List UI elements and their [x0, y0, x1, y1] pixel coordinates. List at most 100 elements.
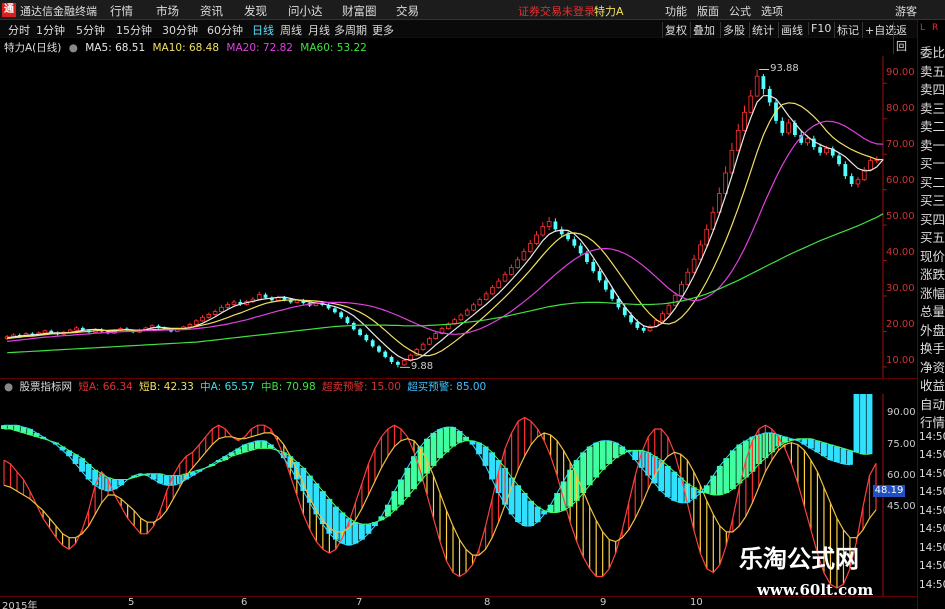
menu-wealth[interactable]: 财富圈 — [342, 3, 377, 19]
candle — [735, 123, 741, 152]
candle-body — [679, 283, 684, 296]
candle — [754, 69, 760, 98]
stats-button[interactable]: 统计 — [749, 22, 774, 38]
candle-body — [490, 287, 495, 295]
date-label: 6 — [241, 597, 248, 608]
candle-body — [339, 312, 344, 318]
period-multi[interactable]: 多周期 — [334, 22, 367, 38]
candle — [780, 117, 785, 136]
panel-item-net-assets: 净资 — [920, 359, 945, 375]
candle-body — [515, 259, 520, 269]
candle-body — [471, 304, 476, 311]
draw-button[interactable]: 画线 — [778, 22, 803, 38]
candle — [843, 161, 848, 179]
menu-news[interactable]: 资讯 — [200, 3, 223, 19]
period-tick[interactable]: 分时 — [8, 22, 30, 38]
candle — [212, 309, 218, 316]
candle-body — [748, 95, 754, 113]
candle-body — [641, 327, 646, 331]
menu-options[interactable]: 选项 — [761, 3, 783, 19]
watermark-url: www.60lt.com — [757, 581, 874, 599]
short-a-name: 短A — [78, 381, 96, 393]
period-15min[interactable]: 15分钟 — [116, 22, 152, 38]
candle — [534, 231, 539, 245]
period-60min[interactable]: 60分钟 — [207, 22, 243, 38]
high-price-label: 93.88 — [770, 62, 799, 74]
f10-button[interactable]: F10 — [808, 22, 831, 35]
candle-body — [427, 338, 432, 345]
candle-body — [521, 251, 527, 261]
sub-indicator-label[interactable]: 股票指标网 — [20, 381, 73, 393]
candle-body — [464, 309, 470, 316]
candle-body — [483, 293, 489, 300]
overlay-button[interactable]: 叠加 — [690, 22, 715, 38]
candle — [742, 105, 747, 132]
candle-body — [591, 261, 596, 272]
panel-toggle-right[interactable]: R — [932, 23, 938, 33]
back-button[interactable]: 返回 — [893, 22, 917, 54]
menu-markets[interactable]: 市场 — [156, 3, 179, 19]
menu-discover[interactable]: 发现 — [244, 3, 267, 19]
trade-login-status[interactable]: 证券交易未登录 — [518, 3, 595, 19]
candle — [200, 315, 205, 322]
date-label: 8 — [484, 597, 491, 608]
period-toolbar: 分时 1分钟 5分钟 15分钟 30分钟 60分钟 日线 周线 月线 多周期 更… — [0, 20, 917, 54]
scale-label: 10.00 — [886, 355, 915, 366]
period-1min[interactable]: 1分钟 — [36, 22, 65, 38]
menu-layout[interactable]: 版面 — [697, 3, 719, 19]
candle — [515, 256, 520, 269]
period-monthly[interactable]: 月线 — [308, 22, 330, 38]
candle-body — [212, 311, 218, 315]
candle — [490, 285, 495, 295]
ma20-line — [7, 120, 884, 342]
menu-formula[interactable]: 公式 — [729, 3, 751, 19]
menu-market[interactable]: 行情 — [110, 3, 133, 19]
candle-body — [364, 335, 369, 341]
add-watchlist-button[interactable]: +自选 — [862, 22, 896, 38]
sub-scale-label: 75.00 — [887, 439, 916, 450]
sub-scale-label: 60.00 — [887, 470, 916, 481]
candle-body — [496, 280, 502, 288]
candlestick-chart[interactable] — [0, 56, 917, 378]
period-daily[interactable]: 日线 — [252, 22, 274, 38]
candle-body — [572, 239, 577, 246]
period-5min[interactable]: 5分钟 — [76, 22, 105, 38]
panel-item-quote[interactable]: 行情 — [920, 412, 945, 431]
period-more[interactable]: 更多 — [372, 22, 394, 38]
panel-item-ask4: 卖四 — [920, 82, 945, 97]
candle-body — [824, 148, 829, 154]
period-30min[interactable]: 30分钟 — [162, 22, 198, 38]
ma5-value: 68.51 — [115, 42, 146, 54]
adjust-button[interactable]: 复权 — [662, 22, 687, 38]
multi-stock-button[interactable]: 多股 — [720, 22, 745, 38]
candle — [647, 324, 653, 333]
scale-label: 50.00 — [886, 211, 915, 222]
date-label: 9 — [600, 597, 607, 608]
sub-dot-icon: ● — [4, 381, 14, 393]
oversold-value: 15.00 — [370, 381, 401, 393]
candle — [660, 311, 665, 322]
period-weekly[interactable]: 周线 — [280, 22, 302, 38]
panel-toggle-left[interactable]: L — [920, 23, 925, 33]
candle-body — [672, 294, 678, 306]
candle — [527, 239, 533, 254]
candle — [477, 297, 483, 306]
panel-time-item: 14:50 — [919, 467, 945, 480]
panel-item-auto[interactable]: 自动 — [920, 394, 945, 413]
guest-label[interactable]: 游客 — [895, 3, 917, 19]
panel-item-last-price: 现价 — [920, 248, 945, 264]
panel-item-turnover: 换手 — [920, 341, 945, 356]
candle — [427, 336, 432, 346]
menu-ask[interactable]: 问小达 — [288, 3, 323, 19]
mark-button[interactable]: 标记 — [834, 22, 859, 38]
menu-trade[interactable]: 交易 — [396, 3, 419, 19]
watermark: 乐淘公式网 www.60lt.com — [725, 535, 925, 605]
candle-body — [603, 280, 608, 290]
candle-body — [401, 360, 407, 366]
candle — [830, 146, 835, 158]
candle-body — [420, 343, 426, 350]
candle-body — [805, 138, 810, 144]
candle — [458, 313, 464, 321]
menu-function[interactable]: 功能 — [665, 3, 687, 19]
app-logo-icon: 通 — [2, 3, 16, 17]
